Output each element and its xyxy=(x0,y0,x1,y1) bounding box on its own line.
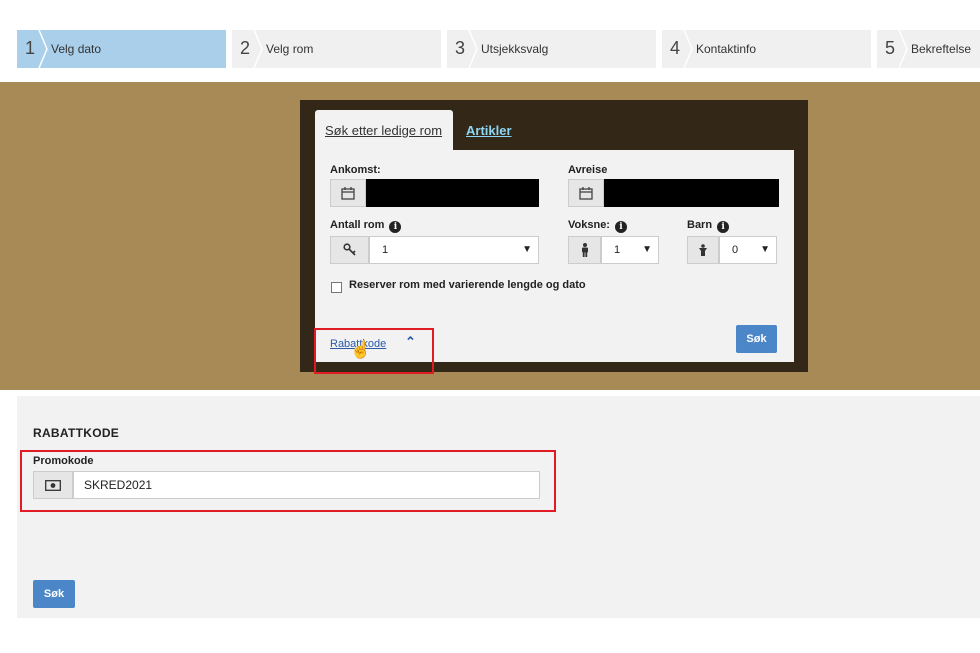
children-label-text: Barn xyxy=(687,219,713,231)
chevron-down-icon: ▼ xyxy=(642,244,652,255)
step-number: 4 xyxy=(670,38,681,58)
tab-search-rooms-label: Søk etter ledige rom xyxy=(325,123,443,138)
flex-dates-checkbox[interactable] xyxy=(331,282,342,293)
child-icon xyxy=(687,236,719,264)
step-label: Velg dato xyxy=(51,42,102,56)
person-icon xyxy=(568,236,601,264)
step-bekreftelse[interactable]: 5 Bekreftelse xyxy=(877,30,980,68)
rooms-label: Antall rom i xyxy=(330,219,402,233)
step-label: Bekreftelse xyxy=(911,42,972,56)
arrival-date-input[interactable] xyxy=(366,179,539,207)
highlight-box xyxy=(314,328,434,374)
rooms-label-text: Antall rom xyxy=(330,219,385,231)
step-label: Velg rom xyxy=(266,42,314,56)
adults-select[interactable]: 1 ▼ xyxy=(601,236,659,264)
info-icon[interactable]: i xyxy=(389,221,402,233)
step-number: 5 xyxy=(885,38,896,58)
search-button[interactable]: Søk xyxy=(736,325,777,353)
step-velg-rom[interactable]: 2 Velg rom xyxy=(232,30,441,68)
rooms-select[interactable]: 1 ▼ xyxy=(369,236,539,264)
flex-dates-label: Reserver rom med varierende lengde og da… xyxy=(349,279,586,291)
rooms-value: 1 xyxy=(382,244,389,256)
step-chevron-icon xyxy=(898,30,908,68)
info-icon[interactable]: i xyxy=(717,221,730,233)
departure-date-input[interactable] xyxy=(604,179,779,207)
children-value: 0 xyxy=(732,244,739,256)
children-select[interactable]: 0 ▼ xyxy=(719,236,777,264)
step-kontaktinfo[interactable]: 4 Kontaktinfo xyxy=(662,30,871,68)
step-utsjekksvalg[interactable]: 3 Utsjekksvalg xyxy=(447,30,656,68)
step-number: 2 xyxy=(240,38,251,58)
promo-search-button[interactable]: Søk xyxy=(33,580,75,608)
step-number: 1 xyxy=(25,38,36,58)
step-chevron-icon xyxy=(468,30,478,68)
calendar-icon[interactable] xyxy=(330,179,366,207)
step-label: Kontaktinfo xyxy=(696,42,757,56)
key-icon xyxy=(330,236,369,264)
tab-articles[interactable]: Artikler xyxy=(466,123,512,138)
adults-value: 1 xyxy=(614,244,621,256)
adults-label: Voksne: i xyxy=(568,219,627,233)
step-chevron-icon xyxy=(38,30,48,68)
step-chevron-icon xyxy=(253,30,263,68)
children-label: Barn i xyxy=(687,219,730,233)
progress-steps: 1 Velg dato 2 Velg rom 3 Utsjekksvalg 4 … xyxy=(17,30,980,68)
chevron-down-icon: ▼ xyxy=(522,244,532,255)
adults-label-text: Voksne: xyxy=(568,219,610,231)
calendar-icon[interactable] xyxy=(568,179,604,207)
departure-label: Avreise xyxy=(568,164,608,176)
chevron-down-icon: ▼ xyxy=(760,244,770,255)
tab-search-rooms[interactable]: Søk etter ledige rom xyxy=(315,110,453,152)
arrival-label: Ankomst: xyxy=(330,164,381,176)
discount-title: RABATTKODE xyxy=(33,426,120,440)
step-velg-dato[interactable]: 1 Velg dato xyxy=(17,30,226,68)
step-label: Utsjekksvalg xyxy=(481,42,549,56)
info-icon[interactable]: i xyxy=(614,221,627,233)
highlight-box xyxy=(20,450,556,512)
step-number: 3 xyxy=(455,38,466,58)
step-chevron-icon xyxy=(683,30,693,68)
